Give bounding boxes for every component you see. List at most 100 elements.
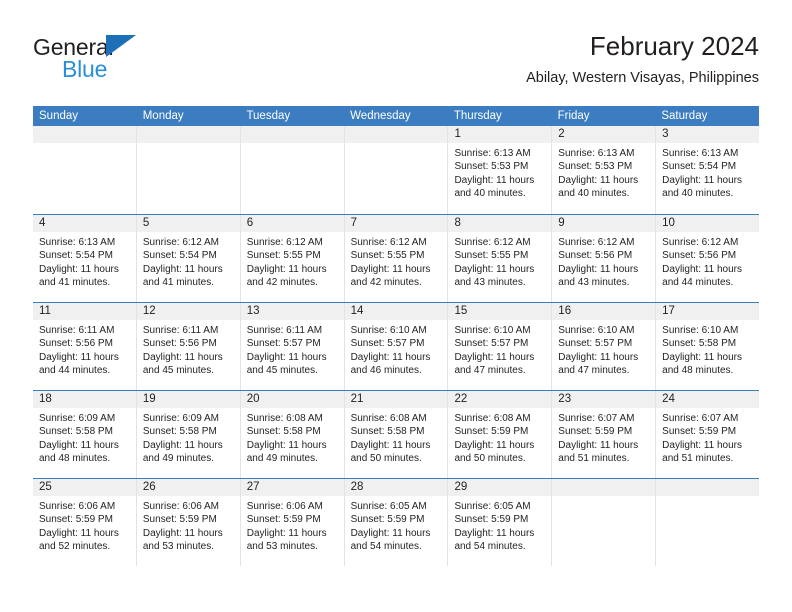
sunrise-text: Sunrise: 6:06 AM [246,501,323,512]
day-cell[interactable]: 22 Sunrise: 6:08 AM Sunset: 5:59 PM Dayl… [448,391,553,478]
day-number [552,479,656,496]
day-cell[interactable]: 9 Sunrise: 6:12 AM Sunset: 5:56 PM Dayli… [552,215,657,302]
day-details: Sunrise: 6:09 AM Sunset: 5:58 PM Dayligh… [33,408,136,465]
sunset-text: Sunset: 5:57 PM [454,338,529,350]
daylight-text-line2: and 43 minutes. [558,276,630,288]
daylight-text-line1: Daylight: 11 hours [454,527,535,539]
day-number: 23 [552,391,656,408]
day-cell[interactable] [240,126,345,214]
day-number: 20 [240,391,344,408]
day-cell[interactable] [136,126,241,214]
sunrise-text: Sunrise: 6:13 AM [662,148,739,159]
day-cell[interactable]: 8 Sunrise: 6:12 AM Sunset: 5:55 PM Dayli… [448,215,553,302]
sunset-text: Sunset: 5:55 PM [454,250,529,262]
sunrise-text: Sunrise: 6:10 AM [350,325,427,336]
daylight-text-line2: and 40 minutes. [558,187,630,199]
sunset-text: Sunset: 5:59 PM [142,514,217,526]
day-cell[interactable]: 11 Sunrise: 6:11 AM Sunset: 5:56 PM Dayl… [33,303,137,390]
sunrise-text: Sunrise: 6:11 AM [39,325,115,336]
day-number: 27 [240,479,344,496]
day-details: Sunrise: 6:09 AM Sunset: 5:58 PM Dayligh… [137,408,240,465]
day-number: 9 [552,215,656,232]
day-cell[interactable]: 29 Sunrise: 6:05 AM Sunset: 5:59 PM Dayl… [448,479,553,566]
day-details: Sunrise: 6:05 AM Sunset: 5:59 PM Dayligh… [345,496,448,553]
daylight-text-line1: Daylight: 11 hours [246,263,327,275]
day-cell[interactable]: 5 Sunrise: 6:12 AM Sunset: 5:54 PM Dayli… [136,215,241,302]
day-details [33,143,136,147]
day-details: Sunrise: 6:07 AM Sunset: 5:59 PM Dayligh… [656,408,759,465]
day-cell[interactable]: 12 Sunrise: 6:11 AM Sunset: 5:56 PM Dayl… [136,303,241,390]
day-number: 26 [136,479,240,496]
day-cell[interactable]: 15 Sunrise: 6:10 AM Sunset: 5:57 PM Dayl… [448,303,553,390]
day-cell[interactable]: 25 Sunrise: 6:06 AM Sunset: 5:59 PM Dayl… [33,479,137,566]
day-cell[interactable]: 3 Sunrise: 6:13 AM Sunset: 5:54 PM Dayli… [656,126,760,214]
sunrise-text: Sunrise: 6:07 AM [662,413,739,424]
sunrise-text: Sunrise: 6:11 AM [246,325,323,336]
daylight-text-line1: Daylight: 11 hours [246,527,327,539]
day-details: Sunrise: 6:13 AM Sunset: 5:53 PM Dayligh… [448,143,551,200]
day-cell[interactable]: 18 Sunrise: 6:09 AM Sunset: 5:58 PM Dayl… [33,391,137,478]
daylight-text-line2: and 54 minutes. [350,540,422,552]
day-cell[interactable]: 17 Sunrise: 6:10 AM Sunset: 5:58 PM Dayl… [656,303,760,390]
daylight-text-line2: and 50 minutes. [350,452,422,464]
day-cell[interactable]: 23 Sunrise: 6:07 AM Sunset: 5:59 PM Dayl… [552,391,657,478]
daylight-text-line1: Daylight: 11 hours [350,351,431,363]
day-number [136,126,240,143]
day-details [552,496,655,500]
day-details: Sunrise: 6:10 AM Sunset: 5:57 PM Dayligh… [552,320,655,377]
day-cell[interactable]: 24 Sunrise: 6:07 AM Sunset: 5:59 PM Dayl… [656,391,760,478]
day-cell[interactable]: 19 Sunrise: 6:09 AM Sunset: 5:58 PM Dayl… [136,391,241,478]
day-cell[interactable]: 13 Sunrise: 6:11 AM Sunset: 5:57 PM Dayl… [240,303,345,390]
dow-header-wednesday: Wednesday [350,110,411,122]
day-cell[interactable]: 2 Sunrise: 6:13 AM Sunset: 5:53 PM Dayli… [552,126,657,214]
day-cell[interactable]: 20 Sunrise: 6:08 AM Sunset: 5:58 PM Dayl… [240,391,345,478]
daylight-text-line2: and 42 minutes. [246,276,318,288]
day-details: Sunrise: 6:13 AM Sunset: 5:54 PM Dayligh… [656,143,759,200]
day-cell[interactable]: 26 Sunrise: 6:06 AM Sunset: 5:59 PM Dayl… [136,479,241,566]
day-number [656,479,760,496]
day-cell[interactable]: 16 Sunrise: 6:10 AM Sunset: 5:57 PM Dayl… [552,303,657,390]
day-cell[interactable]: 14 Sunrise: 6:10 AM Sunset: 5:57 PM Dayl… [344,303,449,390]
day-details: Sunrise: 6:08 AM Sunset: 5:58 PM Dayligh… [345,408,448,465]
day-cell[interactable] [656,479,760,566]
day-cell[interactable]: 4 Sunrise: 6:13 AM Sunset: 5:54 PM Dayli… [33,215,137,302]
daylight-text-line1: Daylight: 11 hours [558,263,639,275]
day-cell[interactable]: 7 Sunrise: 6:12 AM Sunset: 5:55 PM Dayli… [344,215,449,302]
daylight-text-line1: Daylight: 11 hours [142,351,223,363]
sunrise-text: Sunrise: 6:10 AM [558,325,635,336]
day-number: 22 [448,391,552,408]
sunrise-text: Sunrise: 6:09 AM [39,413,116,424]
day-cell[interactable]: 27 Sunrise: 6:06 AM Sunset: 5:59 PM Dayl… [240,479,345,566]
week-row: 11 Sunrise: 6:11 AM Sunset: 5:56 PM Dayl… [33,302,760,390]
day-number: 3 [656,126,760,143]
day-number: 11 [33,303,136,320]
daylight-text-line2: and 43 minutes. [454,276,526,288]
sunset-text: Sunset: 5:57 PM [350,338,425,350]
day-number: 8 [448,215,552,232]
day-number: 12 [136,303,240,320]
day-number: 25 [33,479,136,496]
daylight-text-line1: Daylight: 11 hours [246,439,327,451]
day-number: 5 [136,215,240,232]
day-cell[interactable]: 1 Sunrise: 6:13 AM Sunset: 5:53 PM Dayli… [448,126,553,214]
sunrise-text: Sunrise: 6:05 AM [350,501,427,512]
day-cell[interactable] [344,126,449,214]
daylight-text-line1: Daylight: 11 hours [454,174,535,186]
daylight-text-line1: Daylight: 11 hours [350,263,431,275]
daylight-text-line1: Daylight: 11 hours [39,439,119,451]
day-cell[interactable]: 6 Sunrise: 6:12 AM Sunset: 5:55 PM Dayli… [240,215,345,302]
sunrise-text: Sunrise: 6:06 AM [39,501,116,512]
sunset-text: Sunset: 5:58 PM [246,426,321,438]
daylight-text-line2: and 51 minutes. [558,452,630,464]
day-cell[interactable]: 10 Sunrise: 6:12 AM Sunset: 5:56 PM Dayl… [656,215,760,302]
day-details: Sunrise: 6:11 AM Sunset: 5:57 PM Dayligh… [241,320,344,377]
sunset-text: Sunset: 5:59 PM [454,426,529,438]
sunrise-text: Sunrise: 6:13 AM [39,237,116,248]
day-cell[interactable] [33,126,137,214]
day-cell[interactable]: 28 Sunrise: 6:05 AM Sunset: 5:59 PM Dayl… [344,479,449,566]
day-cell[interactable] [552,479,657,566]
daylight-text-line1: Daylight: 11 hours [246,351,327,363]
day-cell[interactable]: 21 Sunrise: 6:08 AM Sunset: 5:58 PM Dayl… [344,391,449,478]
day-details: Sunrise: 6:08 AM Sunset: 5:59 PM Dayligh… [448,408,551,465]
daylight-text-line1: Daylight: 11 hours [142,439,223,451]
